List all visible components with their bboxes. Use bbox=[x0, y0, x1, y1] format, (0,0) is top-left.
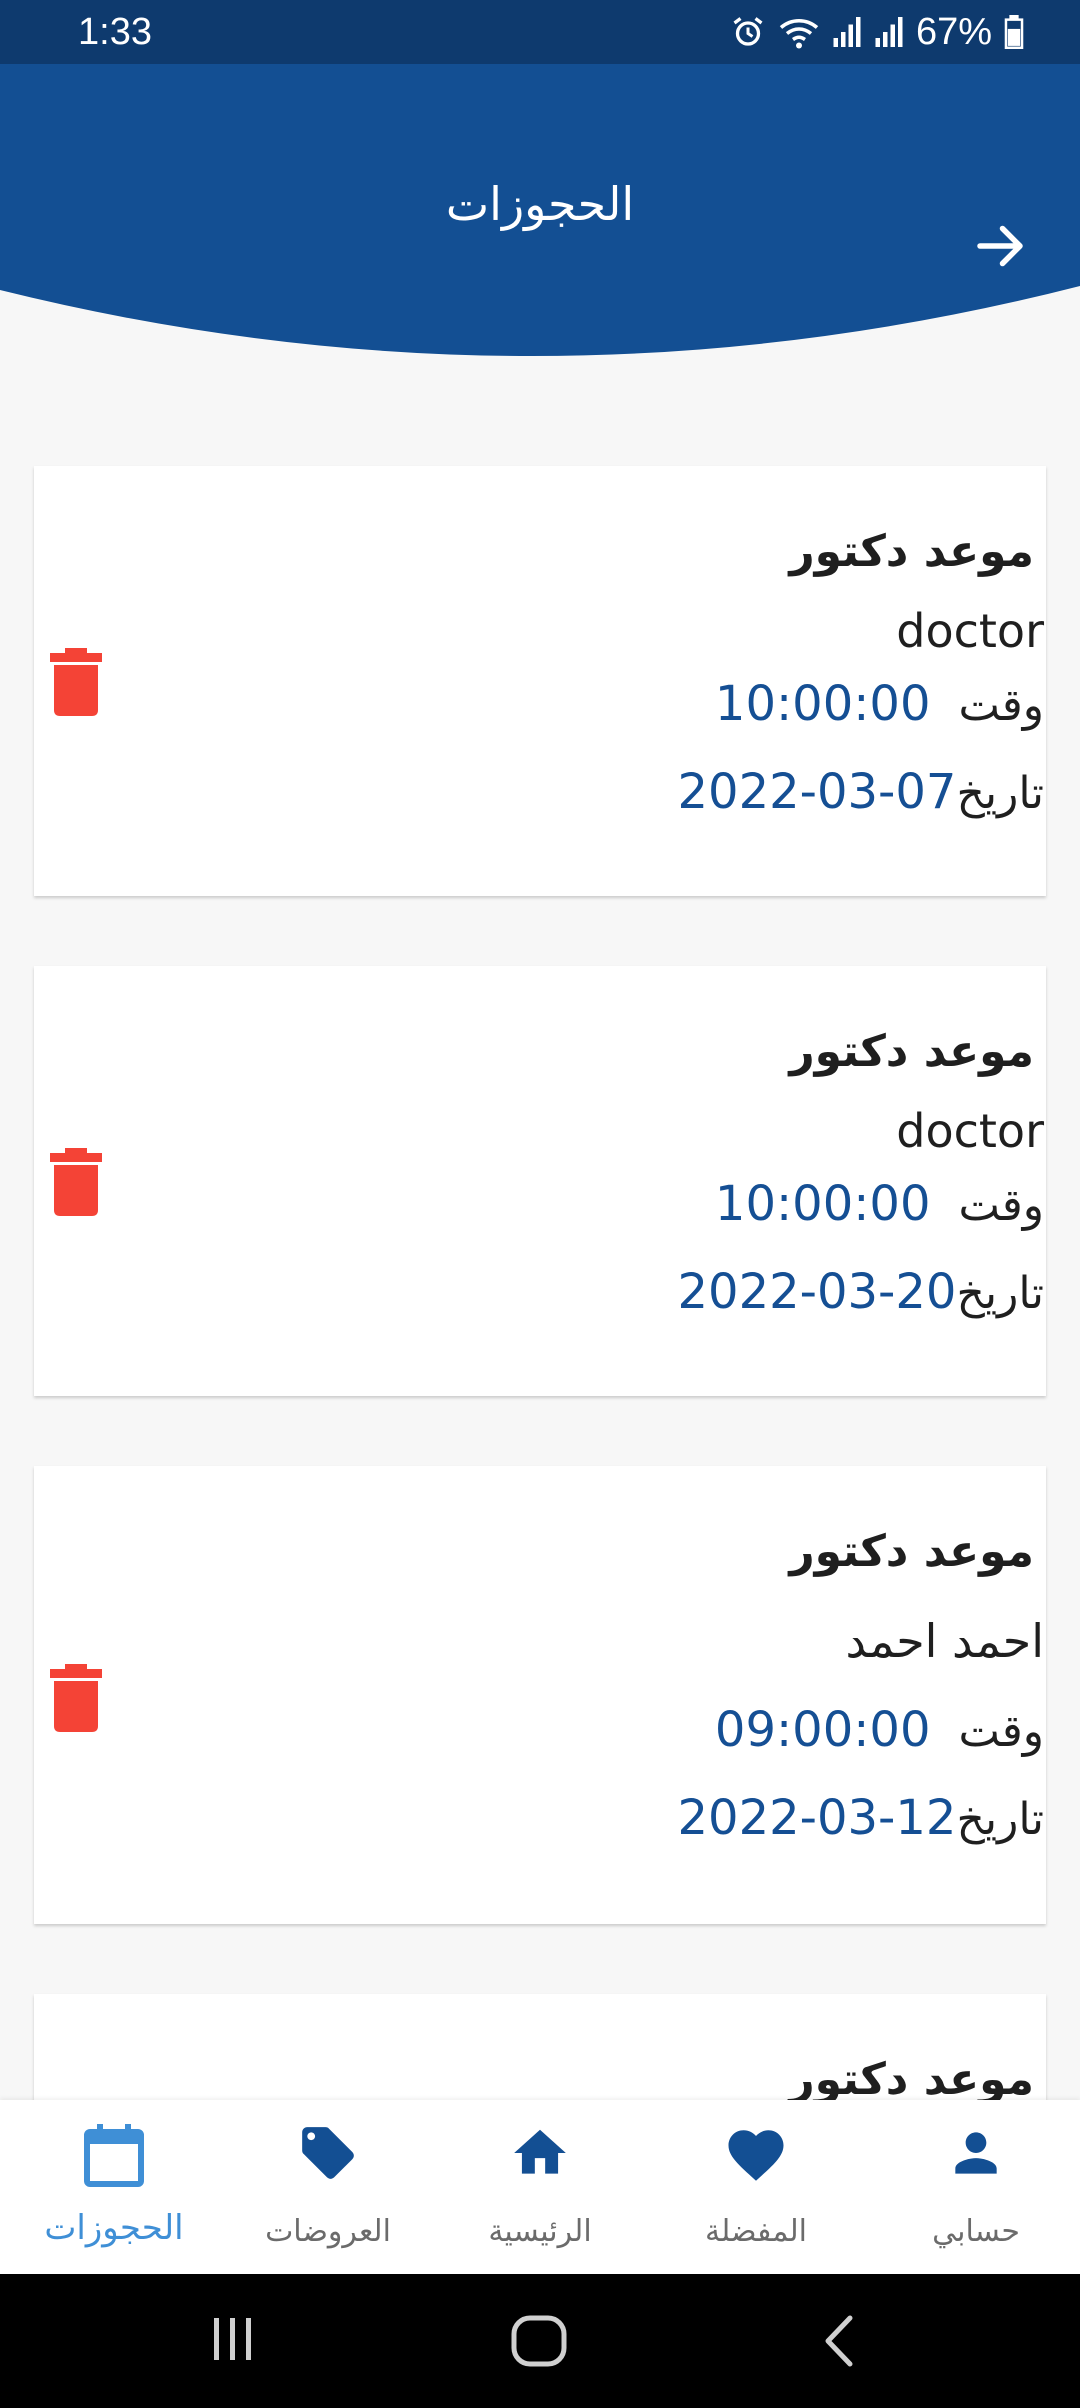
booking-time-value: 10:00:00 bbox=[714, 1176, 931, 1232]
back-button[interactable] bbox=[970, 216, 1030, 276]
booking-time-label: وقت bbox=[958, 1706, 1045, 1757]
tag-icon bbox=[302, 2127, 354, 2179]
booking-time-row: 10:00:00 وقت bbox=[715, 676, 1044, 732]
nav-item-favorites[interactable]: المفضلة bbox=[648, 2100, 864, 2274]
nav-label: حسابي bbox=[932, 2214, 1020, 2249]
booking-title: موعد دكتور bbox=[789, 1526, 1034, 1577]
nav-label: الرئيسية bbox=[488, 2214, 592, 2249]
booking-date-row: 2022-03-20 تاريخ bbox=[677, 1264, 1044, 1320]
booking-date-value: 2022-03-07 bbox=[677, 764, 957, 820]
booking-time-label: وقت bbox=[958, 680, 1045, 731]
booking-card: موعد دكتور احمد احمد 09:00:00 وقت 2022-0… bbox=[34, 1466, 1046, 1924]
heart-icon bbox=[728, 2130, 784, 2181]
booking-card: موعد دكتور doctor 10:00:00 وقت 2022-03-0… bbox=[34, 466, 1046, 896]
booking-time-value: 09:00:00 bbox=[714, 1702, 931, 1758]
nav-label: الحجوزات bbox=[44, 2208, 184, 2248]
arrow-right-icon bbox=[977, 225, 1023, 267]
trash-icon bbox=[50, 1664, 102, 1732]
booking-date-label: تاريخ bbox=[956, 1794, 1044, 1845]
nav-item-account[interactable]: حسابي bbox=[868, 2100, 1080, 2274]
page-title: الحجوزات bbox=[445, 177, 635, 231]
booking-card: موعد دكتور doctor 10:00:00 وقت 2022-03-2… bbox=[34, 966, 1046, 1396]
booking-date-row: 2022-03-07 تاريخ bbox=[677, 764, 1044, 820]
home-circle-icon bbox=[511, 2315, 567, 2367]
battery-percent: 67% bbox=[915, 11, 992, 53]
booking-doctor-name: doctor bbox=[896, 1104, 1044, 1158]
chevron-left-icon bbox=[825, 2315, 853, 2367]
nav-label: العروضات bbox=[265, 2214, 391, 2249]
delete-booking-button[interactable] bbox=[50, 1148, 102, 1216]
booking-title: موعد دكتور bbox=[789, 526, 1034, 577]
booking-date-value: 2022-03-12 bbox=[677, 1790, 957, 1846]
alarm-icon bbox=[730, 14, 766, 50]
home-icon bbox=[514, 2129, 566, 2174]
recent-apps-icon bbox=[214, 2318, 251, 2360]
nav-item-bookings[interactable]: الحجوزات bbox=[6, 2100, 222, 2274]
recent-apps-button[interactable] bbox=[208, 2314, 258, 2368]
nav-item-offers[interactable]: العروضات bbox=[220, 2100, 436, 2274]
app-header: الحجوزات bbox=[0, 64, 1080, 364]
battery-icon bbox=[1004, 15, 1024, 49]
trash-icon bbox=[50, 648, 102, 716]
booking-doctor-name: doctor bbox=[896, 604, 1044, 658]
signal-icon bbox=[874, 14, 904, 50]
delete-booking-button[interactable] bbox=[50, 1664, 102, 1732]
person-icon bbox=[955, 2132, 997, 2174]
calendar-icon bbox=[84, 2124, 144, 2187]
booking-title: موعد دكتور bbox=[789, 1026, 1034, 1077]
signal-icon bbox=[832, 14, 862, 50]
status-bar: 1:33 67% bbox=[0, 0, 1080, 64]
booking-date-value: 2022-03-20 bbox=[677, 1264, 957, 1320]
booking-time-value: 10:00:00 bbox=[714, 676, 931, 732]
bottom-navigation: الحجوزات العروضات الرئيسية المفضلة حسابي bbox=[0, 2100, 1080, 2274]
booking-time-row: 09:00:00 وقت bbox=[715, 1702, 1044, 1758]
booking-doctor-name: احمد احمد bbox=[845, 1614, 1044, 1668]
delete-booking-button[interactable] bbox=[50, 648, 102, 716]
booking-date-label: تاريخ bbox=[956, 768, 1044, 819]
booking-time-row: 10:00:00 وقت bbox=[715, 1176, 1044, 1232]
booking-date-label: تاريخ bbox=[956, 1268, 1044, 1319]
system-navigation-bar bbox=[0, 2274, 1080, 2408]
wifi-icon bbox=[778, 14, 820, 50]
booking-time-label: وقت bbox=[958, 1180, 1045, 1231]
booking-date-row: 2022-03-12 تاريخ bbox=[677, 1790, 1044, 1846]
status-time: 1:33 bbox=[78, 11, 152, 53]
back-system-button[interactable] bbox=[818, 2314, 862, 2372]
nav-label: المفضلة bbox=[704, 2214, 808, 2249]
nav-item-home[interactable]: الرئيسية bbox=[432, 2100, 648, 2274]
status-icons: 67% bbox=[730, 8, 1024, 56]
trash-icon bbox=[50, 1148, 102, 1216]
booking-title: موعد دكتور bbox=[789, 2054, 1034, 2105]
home-system-button[interactable] bbox=[510, 2314, 568, 2372]
